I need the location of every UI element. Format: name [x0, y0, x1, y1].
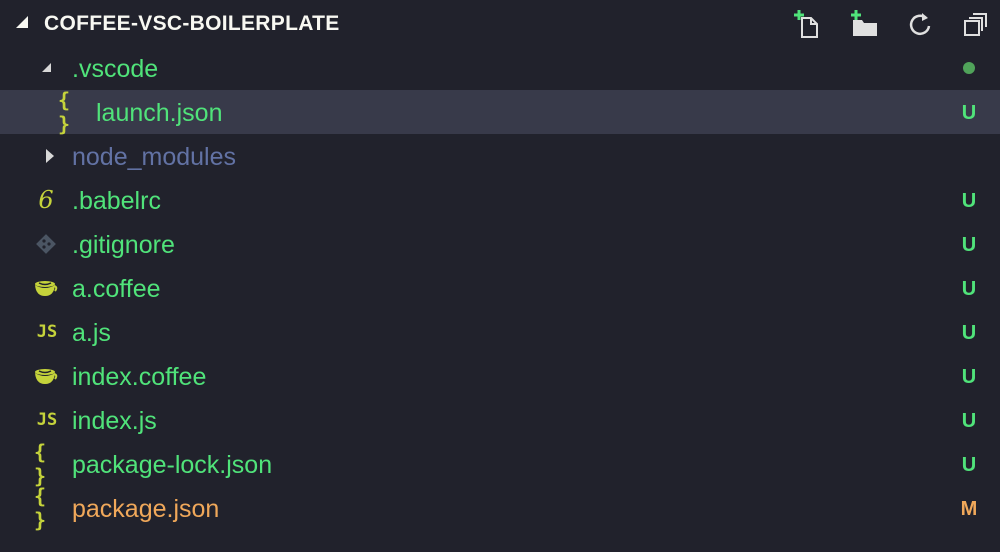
json-icon: { }	[58, 88, 71, 136]
tree-item-label: .gitignore	[72, 231, 175, 259]
tree-item-package-json[interactable]: { } package.json M	[0, 484, 1000, 532]
tree-item-label: launch.json	[96, 99, 223, 127]
git-status-badge: U	[961, 410, 977, 432]
tree-item-label: package-lock.json	[72, 451, 273, 479]
coffee-icon	[33, 275, 59, 301]
git-status-badge: U	[961, 190, 977, 212]
expanded-chevron-icon[interactable]	[42, 63, 51, 72]
tree-item-label: package.json	[72, 495, 220, 523]
babel-icon: 6	[38, 186, 54, 214]
explorer-panel: COFFEE-VSC-BOILERPLATE .vscode {} launc…	[0, 0, 1000, 552]
tree-item-index-coffee[interactable]: index.coffee U	[0, 354, 1000, 398]
tree-item-label: index.coffee	[72, 363, 207, 391]
refresh-icon	[909, 13, 931, 35]
new-file-button[interactable]	[792, 8, 824, 40]
explorer-header[interactable]: COFFEE-VSC-BOILERPLATE	[0, 0, 1000, 46]
git-status-badge: U	[961, 322, 977, 344]
collapsed-chevron-icon[interactable]	[46, 149, 54, 163]
tree-item-label: node_modules	[72, 143, 237, 171]
collapse-arrow-icon[interactable]	[16, 16, 28, 28]
json-icon: { }	[34, 484, 47, 532]
git-status-badge: M	[960, 498, 978, 520]
tree-item-label: a.js	[72, 319, 111, 347]
workspace-title[interactable]: COFFEE-VSC-BOILERPLATE	[44, 10, 340, 38]
header-actions	[792, 8, 992, 40]
json-icon: { }	[34, 440, 47, 488]
git-status-dot	[963, 62, 975, 74]
coffee-icon	[33, 363, 59, 389]
new-file-icon	[794, 10, 818, 38]
git-status-badge: U	[961, 454, 977, 476]
collapse-all-button[interactable]	[960, 8, 992, 40]
git-status-badge: U	[961, 102, 977, 124]
tree-item-a-coffee[interactable]: a.coffee U	[0, 266, 1000, 310]
git-status-badge: U	[961, 234, 977, 256]
javascript-icon: JS	[36, 410, 58, 430]
tree-item-a-js[interactable]: JS a.js U	[0, 310, 1000, 354]
tree-item-label: .vscode	[72, 55, 159, 83]
refresh-button[interactable]	[904, 8, 936, 40]
tree-item-index-js[interactable]: JS index.js U	[0, 398, 1000, 442]
javascript-icon: JS	[36, 322, 58, 342]
tree-item-label: a.coffee	[72, 275, 161, 303]
tree-item-package-lock-json[interactable]: { } package-lock.json U	[0, 440, 1000, 488]
tree-item-node-modules[interactable]: node_modules	[0, 134, 1000, 178]
tree-item-label: index.js	[72, 407, 157, 435]
new-folder-icon	[851, 10, 877, 36]
tree-item-vscode[interactable]: .vscode	[0, 46, 1000, 90]
file-tree: .vscode { } launch.json U node_modules 6…	[0, 46, 1000, 532]
tree-item-babelrc[interactable]: 6 .babelrc U	[0, 178, 1000, 222]
collapse-all-icon	[964, 13, 987, 36]
new-folder-button[interactable]	[848, 8, 880, 40]
tree-item-launch-json[interactable]: { } launch.json U	[0, 88, 1000, 136]
git-status-badge: U	[961, 278, 977, 300]
git-icon	[33, 231, 59, 257]
tree-item-label: .babelrc	[72, 187, 161, 215]
git-status-badge: U	[961, 366, 977, 388]
tree-item-gitignore[interactable]: .gitignore U	[0, 222, 1000, 266]
